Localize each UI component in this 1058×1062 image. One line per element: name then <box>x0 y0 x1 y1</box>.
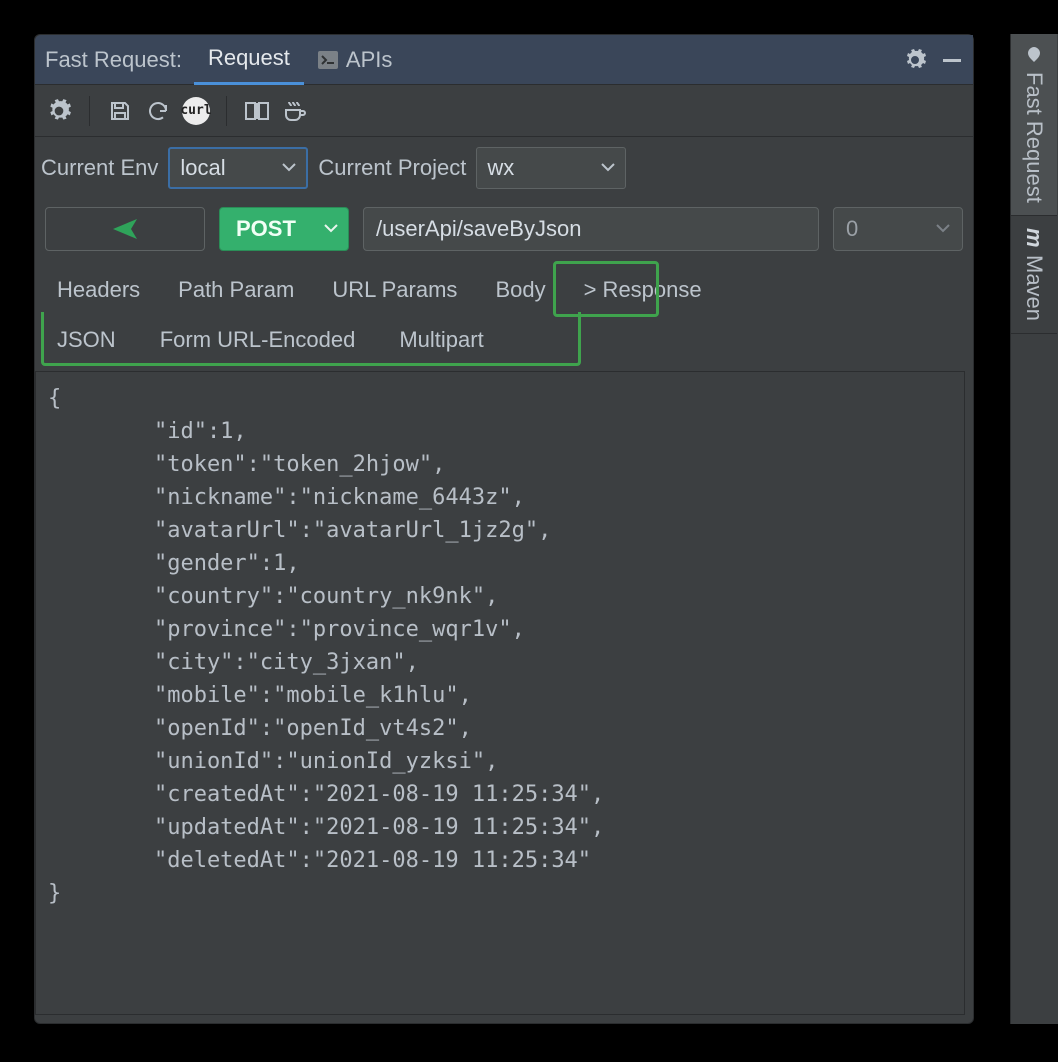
url-input[interactable]: /userApi/saveByJson <box>363 207 819 251</box>
maven-icon: m <box>1021 228 1047 248</box>
subtab-multipart[interactable]: Multipart <box>397 319 485 361</box>
side-maven-label: Maven <box>1021 255 1047 321</box>
timeout-value: 0 <box>846 216 858 242</box>
env-row: Current Env local Current Project wx <box>35 137 973 195</box>
project-value: wx <box>487 155 514 181</box>
method-value: POST <box>236 216 296 242</box>
project-select[interactable]: wx <box>476 147 626 189</box>
main-panel: Fast Request: Request APIs curl <box>34 34 974 1024</box>
request-tabs: Headers Path Param URL Params Body > Res… <box>35 259 973 315</box>
json-editor[interactable]: { "id":1, "token":"token_2hjow", "nickna… <box>35 371 965 1015</box>
subtab-form[interactable]: Form URL-Encoded <box>158 319 358 361</box>
tab-response[interactable]: > Response <box>582 271 704 309</box>
settings-icon[interactable] <box>45 97 73 125</box>
side-maven[interactable]: m Maven <box>1011 216 1057 335</box>
subtab-json[interactable]: JSON <box>55 319 118 361</box>
tab-headers[interactable]: Headers <box>55 271 142 309</box>
tab-apis[interactable]: APIs <box>304 35 406 85</box>
tab-request[interactable]: Request <box>194 35 304 85</box>
book-icon[interactable] <box>243 97 271 125</box>
env-select[interactable]: local <box>168 147 308 189</box>
side-fast-request-label: Fast Request <box>1021 72 1047 203</box>
rocket-icon <box>1025 46 1043 64</box>
tab-apis-label: APIs <box>346 47 392 73</box>
timeout-select[interactable]: 0 <box>833 207 963 251</box>
refresh-icon[interactable] <box>144 97 172 125</box>
tab-request-label: Request <box>208 45 290 71</box>
panel-title: Fast Request: <box>45 47 182 73</box>
method-select[interactable]: POST <box>219 207 349 251</box>
top-tab-bar: Fast Request: Request APIs <box>35 35 973 85</box>
current-env-label: Current Env <box>41 155 158 181</box>
terminal-icon <box>318 51 338 69</box>
current-project-label: Current Project <box>318 155 466 181</box>
tab-body[interactable]: Body <box>493 271 547 309</box>
body-subtabs: JSON Form URL-Encoded Multipart <box>35 315 973 371</box>
tab-url-params[interactable]: URL Params <box>330 271 459 309</box>
save-icon[interactable] <box>106 97 134 125</box>
send-button[interactable] <box>45 207 205 251</box>
chevron-down-icon <box>936 224 950 234</box>
coffee-icon[interactable] <box>281 97 309 125</box>
send-icon <box>111 217 139 241</box>
minimize-icon[interactable] <box>941 49 963 71</box>
env-value: local <box>180 155 225 181</box>
right-sidebar: Fast Request m Maven <box>1010 34 1058 1024</box>
toolbar: curl <box>35 85 973 137</box>
chevron-down-icon <box>324 224 338 234</box>
request-row: POST /userApi/saveByJson 0 <box>35 195 973 259</box>
side-fast-request[interactable]: Fast Request <box>1011 34 1057 216</box>
url-value: /userApi/saveByJson <box>376 216 581 242</box>
gear-icon[interactable] <box>903 48 927 72</box>
tab-path-param[interactable]: Path Param <box>176 271 296 309</box>
chevron-down-icon <box>282 163 296 173</box>
chevron-down-icon <box>601 163 615 173</box>
curl-icon[interactable]: curl <box>182 97 210 125</box>
